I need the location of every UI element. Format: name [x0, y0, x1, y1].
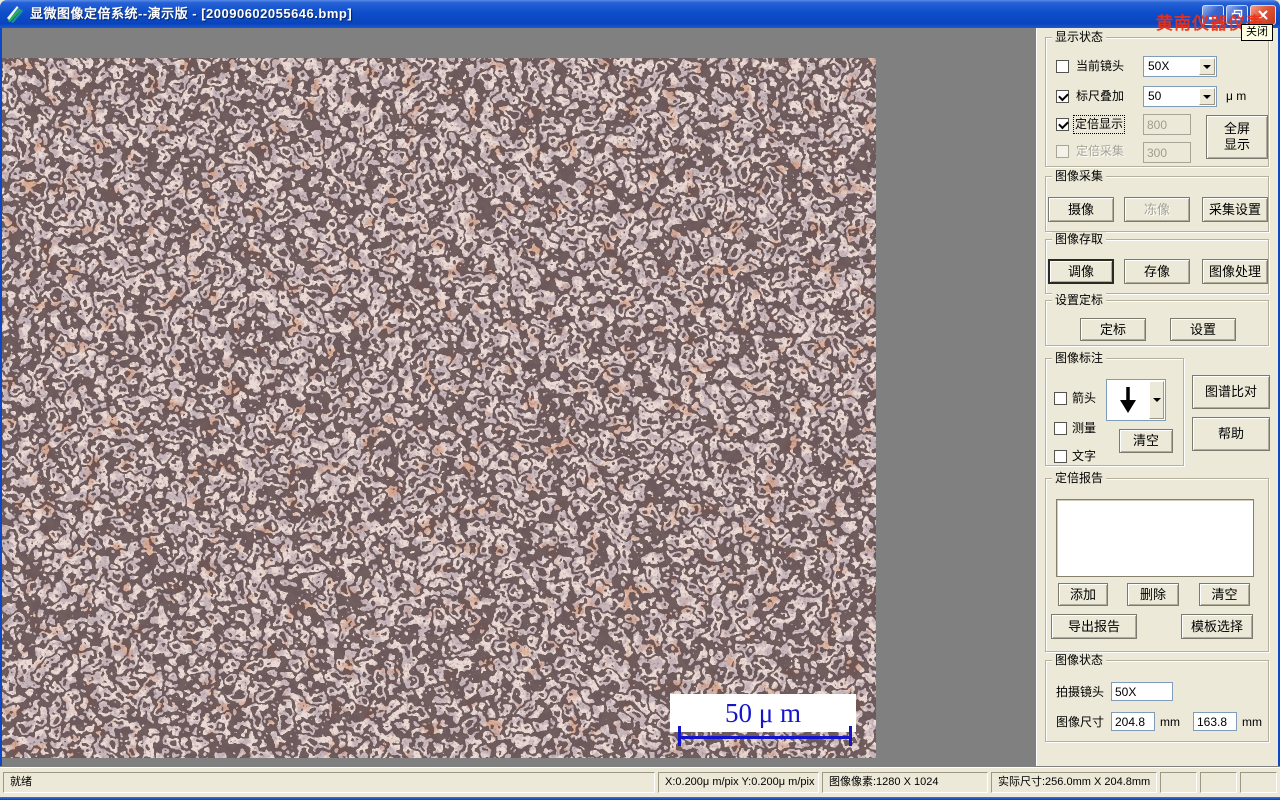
status-image-pixels: 图像像素:1280 X 1024	[822, 772, 988, 793]
image-viewport: 50 μ m	[2, 58, 876, 758]
help-button[interactable]: 帮助	[1192, 417, 1270, 451]
current-lens-dropdown-button[interactable]	[1199, 58, 1215, 75]
group-image-capture-title: 图像采集	[1052, 169, 1107, 183]
group-image-capture: 图像采集 摄像 冻像 采集设置	[1045, 169, 1269, 232]
calib-settings-button[interactable]: 设置	[1170, 318, 1236, 341]
group-calibration-title: 设置定标	[1052, 293, 1107, 307]
template-select-button[interactable]: 模板选择	[1181, 614, 1253, 639]
group-display-status: 显示状态 当前镜头 50X 标尺叠加 50 μ m 定倍显示 定倍采集	[1045, 30, 1269, 167]
image-process-button[interactable]: 图像处理	[1202, 259, 1268, 284]
fixed-capture-label: 定倍采集	[1076, 144, 1125, 158]
status-actual-size: 实际尺寸:256.0mm X 204.8mm	[991, 772, 1157, 793]
fixed-capture-input	[1143, 142, 1191, 163]
window-title: 显微图像定倍系统--演示版 - [20090602055646.bmp]	[30, 6, 353, 21]
image-height-unit: mm	[1242, 715, 1262, 729]
image-width-input[interactable]	[1111, 712, 1155, 731]
export-report-button[interactable]: 导出报告	[1051, 614, 1137, 639]
titlebar: 显微图像定倍系统--演示版 - [20090602055646.bmp]	[0, 0, 1280, 28]
current-lens-checkbox[interactable]	[1056, 60, 1069, 73]
scalebar-line	[678, 736, 852, 739]
fixed-display-checkbox[interactable]	[1056, 118, 1069, 131]
app-icon[interactable]	[6, 5, 24, 23]
arrow-checkbox[interactable]	[1054, 392, 1067, 405]
current-lens-value: 50X	[1148, 59, 1170, 73]
fixed-capture-checkbox	[1056, 145, 1069, 158]
image-size-label: 图像尺寸	[1056, 715, 1105, 729]
micrograph-image	[2, 58, 876, 758]
text-checkbox[interactable]	[1054, 450, 1067, 463]
clear-annotation-button[interactable]: 清空	[1119, 429, 1173, 453]
text-label: 文字	[1072, 449, 1097, 463]
group-image-status-title: 图像状态	[1052, 653, 1107, 667]
freeze-button: 冻像	[1124, 197, 1190, 222]
group-display-status-title: 显示状态	[1052, 30, 1107, 44]
ruler-unit-label: μ m	[1226, 89, 1247, 103]
statusbar: 就绪 X:0.200μ m/pix Y:0.200μ m/pix 图像像素:12…	[0, 766, 1280, 797]
ruler-value-combobox[interactable]: 50	[1143, 86, 1217, 107]
report-delete-button[interactable]: 删除	[1127, 583, 1179, 606]
status-empty-2	[1200, 772, 1237, 793]
control-panel: 显示状态 当前镜头 50X 标尺叠加 50 μ m 定倍显示 定倍采集	[1036, 28, 1278, 766]
shoot-lens-input[interactable]	[1111, 682, 1173, 701]
arrow-style-dropdown-button[interactable]	[1149, 381, 1164, 419]
measure-label: 测量	[1072, 421, 1097, 435]
image-height-input[interactable]	[1193, 712, 1237, 731]
current-lens-label: 当前镜头	[1076, 59, 1125, 73]
shoot-button[interactable]: 摄像	[1048, 197, 1114, 222]
group-report-title: 定倍报告	[1052, 471, 1107, 485]
current-lens-combobox[interactable]: 50X	[1143, 56, 1217, 77]
shoot-lens-label: 拍摄镜头	[1056, 685, 1105, 699]
window-border-left	[0, 28, 2, 766]
capture-settings-button[interactable]: 采集设置	[1202, 197, 1268, 222]
ruler-value: 50	[1148, 89, 1162, 103]
save-image-button[interactable]: 存像	[1124, 259, 1190, 284]
scalebar-label: 50 μ m	[670, 694, 856, 732]
report-clear-button[interactable]: 清空	[1199, 583, 1250, 606]
close-tooltip: 关闭	[1241, 24, 1273, 41]
ruler-overlay-checkbox[interactable]	[1056, 90, 1069, 103]
ruler-dropdown-button[interactable]	[1199, 88, 1215, 105]
ruler-overlay-label: 标尺叠加	[1076, 89, 1125, 103]
fullscreen-button[interactable]: 全屏 显示	[1206, 115, 1268, 159]
fixed-display-input	[1143, 114, 1191, 135]
group-report: 定倍报告 添加 删除 清空 导出报告 模板选择	[1045, 471, 1269, 652]
atlas-compare-button[interactable]: 图谱比对	[1192, 375, 1270, 409]
group-annotation-title: 图像标注	[1052, 351, 1107, 365]
calibrate-button[interactable]: 定标	[1080, 318, 1146, 341]
load-image-button[interactable]: 调像	[1048, 259, 1114, 284]
arrow-style-combobox[interactable]	[1106, 379, 1166, 421]
report-listbox[interactable]	[1056, 499, 1254, 577]
group-calibration: 设置定标 定标 设置	[1045, 293, 1269, 346]
group-image-storage: 图像存取 调像 存像 图像处理	[1045, 232, 1269, 294]
scalebar-tick-right	[849, 726, 852, 746]
chevron-down-icon	[1152, 398, 1161, 402]
group-annotation: 图像标注 箭头 测量 文字 清空	[1045, 351, 1184, 466]
arrow-label: 箭头	[1072, 391, 1097, 405]
app-window: 50 μ m 显示状态 当前镜头 50X 标尺叠加 50 μ m 定倍显示 80…	[0, 0, 1280, 800]
status-empty-1	[1160, 772, 1197, 793]
status-ready: 就绪	[3, 772, 655, 793]
group-image-status: 图像状态 拍摄镜头 图像尺寸 mm mm	[1045, 653, 1269, 742]
fixed-display-label: 定倍显示	[1072, 115, 1126, 134]
scalebar-tick-left	[678, 726, 681, 746]
report-add-button[interactable]: 添加	[1058, 583, 1108, 606]
down-arrow-icon	[1120, 387, 1136, 413]
measure-checkbox[interactable]	[1054, 422, 1067, 435]
chevron-down-icon	[1203, 94, 1211, 99]
group-image-storage-title: 图像存取	[1052, 232, 1107, 246]
chevron-down-icon	[1203, 64, 1211, 69]
status-pixel-scale: X:0.200μ m/pix Y:0.200μ m/pix	[658, 772, 819, 793]
fullscreen-button-line2: 显示	[1223, 137, 1250, 152]
status-empty-3	[1240, 772, 1277, 793]
fullscreen-button-line1: 全屏	[1223, 121, 1250, 137]
image-width-unit: mm	[1160, 715, 1180, 729]
